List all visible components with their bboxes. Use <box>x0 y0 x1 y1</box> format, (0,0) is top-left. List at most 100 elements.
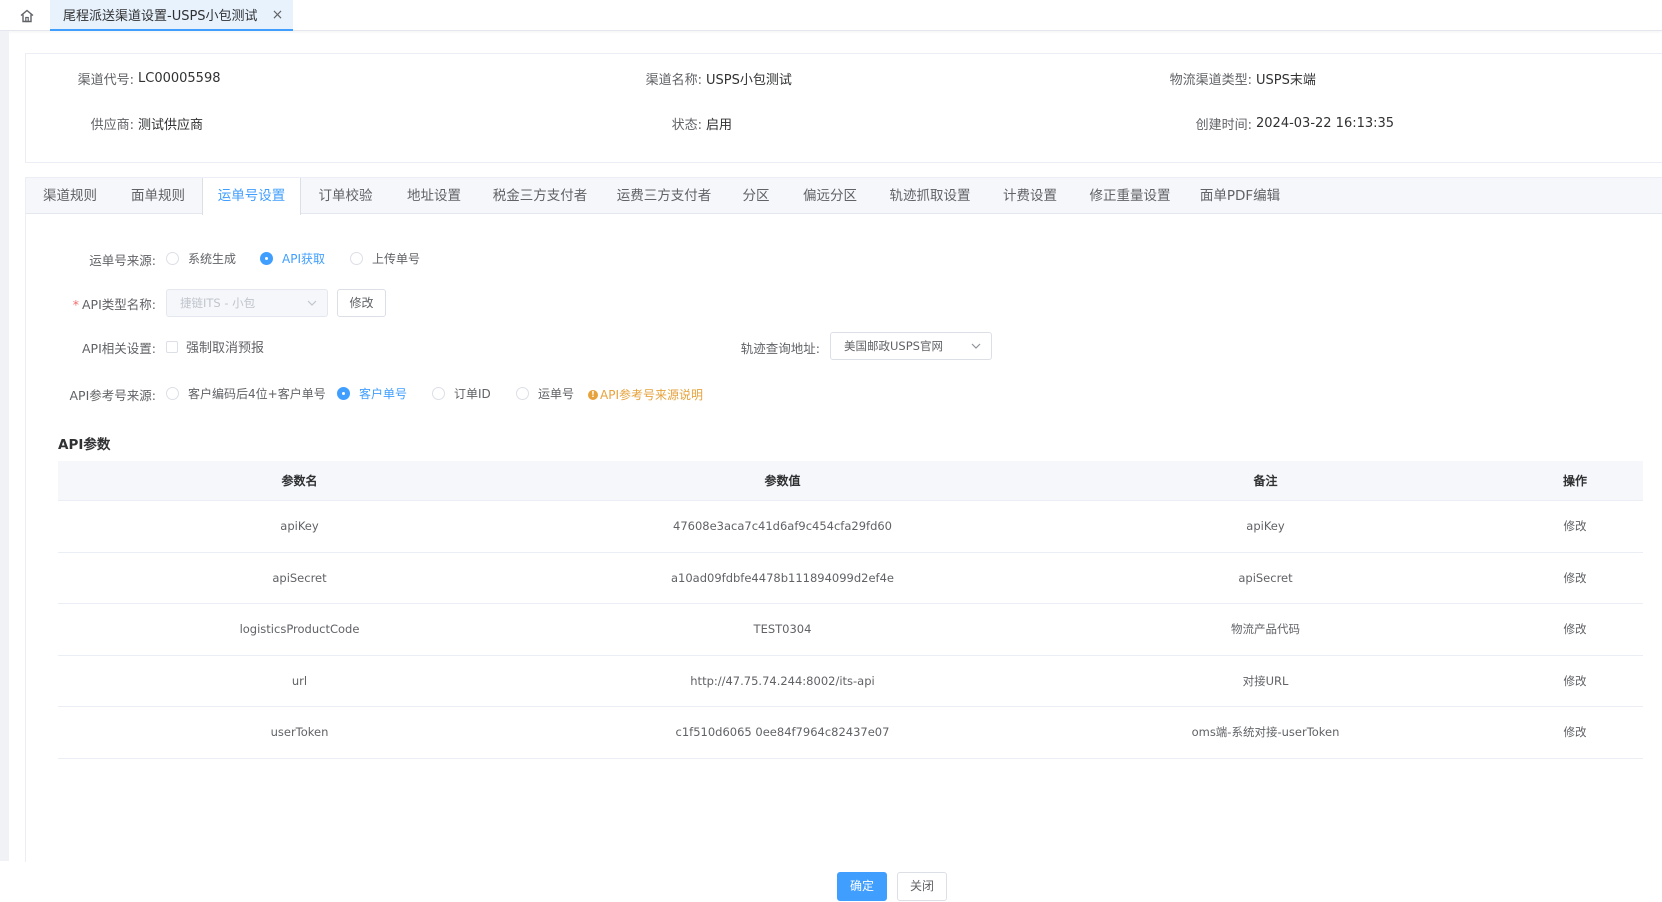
tab-channel-rules[interactable]: 渠道规则 <box>26 178 114 214</box>
edit-param-link[interactable]: 修改 <box>1507 707 1643 758</box>
tab-billing-settings[interactable]: 计费设置 <box>986 178 1074 214</box>
table-row: userToken c1f510d6065 0ee84f7964c82437e0… <box>58 707 1643 759</box>
edit-param-link[interactable]: 修改 <box>1507 604 1643 655</box>
table-row: apiKey 47608e3aca7c41d6af9c454cfa29fd60 … <box>58 501 1643 553</box>
channel-name: 渠道名称: USPS小包测试 <box>606 69 792 88</box>
table-row: url http://47.75.74.244:8002/its-api 对接U… <box>58 656 1643 707</box>
radio-dot <box>516 387 529 400</box>
api-ref-hint-text: API参考号来源说明 <box>600 388 703 402</box>
radio-system-generated[interactable]: 系统生成 <box>166 250 236 267</box>
param-value: a10ad09fdbfe4478b111894099d2ef4e <box>671 570 894 585</box>
tab-label-pdf-edit[interactable]: 面单PDF编辑 <box>1186 178 1294 214</box>
track-url-select[interactable]: 美国邮政USPS官网 <box>830 332 992 360</box>
info-icon: ! <box>588 389 598 400</box>
channel-name-label: 渠道名称: <box>645 73 702 88</box>
radio-label: 订单ID <box>454 387 491 401</box>
radio-dot <box>337 387 350 400</box>
page-tab-active[interactable]: 尾程派送渠道设置-USPS小包测试 × <box>50 0 293 31</box>
required-mark: * <box>72 297 79 312</box>
header-param-name: 参数名 <box>281 474 318 488</box>
radio-waybill-number[interactable]: 运单号 <box>516 385 574 402</box>
tab-order-validation[interactable]: 订单校验 <box>301 178 390 214</box>
api-type-select[interactable]: 捷链ITS - 小包 <box>166 289 328 317</box>
radio-label: API获取 <box>282 252 325 266</box>
header-action: 操作 <box>1562 474 1587 488</box>
tab-address-settings[interactable]: 地址设置 <box>390 178 478 214</box>
param-name: apiSecret <box>272 570 327 585</box>
radio-dot <box>432 387 445 400</box>
created-time: 创建时间: 2024-03-22 16:13:35 <box>1126 114 1394 133</box>
radio-label: 客户单号 <box>359 387 408 401</box>
radio-customer-order[interactable]: 客户单号 <box>337 385 407 402</box>
api-params-title: API参数 <box>58 437 111 453</box>
radio-dot <box>166 252 179 265</box>
chevron-down-icon <box>971 343 981 349</box>
radio-customer-code-order[interactable]: 客户编码后4位+客户单号 <box>166 385 326 402</box>
param-note: 物流产品代码 <box>1231 622 1300 636</box>
edit-param-link[interactable]: 修改 <box>1507 553 1643 604</box>
table-row: apiSecret a10ad09fdbfe4478b111894099d2ef… <box>58 553 1643 604</box>
radio-dot <box>260 252 273 265</box>
confirm-button[interactable]: 确定 <box>837 872 887 901</box>
api-ref-hint[interactable]: ! API参考号来源说明 <box>588 386 703 403</box>
channel-code-label: 渠道代号: <box>77 73 134 88</box>
edit-param-link[interactable]: 修改 <box>1507 501 1643 552</box>
edit-param-link[interactable]: 修改 <box>1507 656 1643 707</box>
radio-label: 系统生成 <box>188 252 237 266</box>
status: 状态: 启用 <box>606 114 732 133</box>
close-button[interactable]: 关闭 <box>897 872 947 901</box>
created-time-label: 创建时间: <box>1195 118 1252 133</box>
waybill-source-label: 运单号来源: <box>89 253 156 268</box>
api-type-value: 捷链ITS - 小包 <box>180 296 256 310</box>
param-note: apiKey <box>1246 519 1285 533</box>
status-label: 状态: <box>671 118 702 133</box>
param-name: userToken <box>270 725 329 739</box>
force-cancel-checkbox[interactable]: 强制取消预报 <box>166 337 264 356</box>
channel-code: 渠道代号: LC00005598 <box>26 69 221 88</box>
radio-dot <box>350 252 363 265</box>
api-type-label-text: API类型名称: <box>82 297 156 312</box>
api-params-table: 参数名 参数值 备注 操作 apiKey 47608e3aca7c41d6af9… <box>58 461 1643 759</box>
tab-zones[interactable]: 分区 <box>726 178 786 214</box>
param-note: apiSecret <box>1238 570 1293 585</box>
checkbox-box <box>166 340 178 353</box>
logistics-type: 物流渠道类型: USPS末端 <box>1126 69 1316 88</box>
param-value: 47608e3aca7c41d6af9c454cfa29fd60 <box>673 519 892 533</box>
channel-code-value: LC00005598 <box>138 71 221 86</box>
tab-weight-correction[interactable]: 修正重量设置 <box>1074 178 1186 214</box>
tab-label-rules[interactable]: 面单规则 <box>114 178 202 214</box>
tab-tax-payer[interactable]: 税金三方支付者 <box>478 178 602 214</box>
channel-info-card: 渠道代号: LC00005598 供应商: 测试供应商 渠道名称: USPS小包… <box>25 53 1662 163</box>
radio-order-id[interactable]: 订单ID <box>432 385 491 402</box>
tab-remote-zones[interactable]: 偏远分区 <box>786 178 874 214</box>
page-tab-title: 尾程派送渠道设置-USPS小包测试 <box>63 9 258 24</box>
table-header: 参数名 参数值 备注 操作 <box>58 461 1643 501</box>
radio-label: 上传单号 <box>372 252 421 266</box>
param-name: url <box>291 673 308 688</box>
tab-tracking-settings[interactable]: 轨迹抓取设置 <box>874 178 986 214</box>
tab-waybill-settings[interactable]: 运单号设置 <box>202 178 301 215</box>
home-icon[interactable] <box>18 7 36 25</box>
api-type-label: * API类型名称: <box>60 294 156 313</box>
header-note: 备注 <box>1253 474 1278 488</box>
param-name: logisticsProductCode <box>239 622 360 636</box>
param-value: TEST0304 <box>753 622 812 636</box>
radio-label: 运单号 <box>538 387 575 401</box>
track-url-value: 美国邮政USPS官网 <box>844 339 943 353</box>
close-icon[interactable]: × <box>272 7 284 23</box>
logistics-type-label: 物流渠道类型: <box>1169 73 1252 88</box>
radio-dot <box>166 387 179 400</box>
channel-name-value: USPS小包测试 <box>706 73 792 88</box>
force-cancel-label: 强制取消预报 <box>186 341 265 356</box>
api-ref-label: API参考号来源: <box>69 388 157 403</box>
supplier-label: 供应商: <box>90 118 134 133</box>
top-tab-bar: 尾程派送渠道设置-USPS小包测试 × <box>0 0 1662 31</box>
table-row: logisticsProductCode TEST0304 物流产品代码 修改 <box>58 604 1643 656</box>
radio-upload-number[interactable]: 上传单号 <box>350 250 420 267</box>
radio-api-fetch[interactable]: API获取 <box>260 250 325 267</box>
edit-api-type-button[interactable]: 修改 <box>337 289 386 317</box>
logistics-type-value: USPS末端 <box>1256 73 1316 88</box>
api-settings-label: API相关设置: <box>82 341 156 356</box>
tab-freight-payer[interactable]: 运费三方支付者 <box>602 178 726 214</box>
param-value: http://47.75.74.244:8002/its-api <box>690 673 875 688</box>
